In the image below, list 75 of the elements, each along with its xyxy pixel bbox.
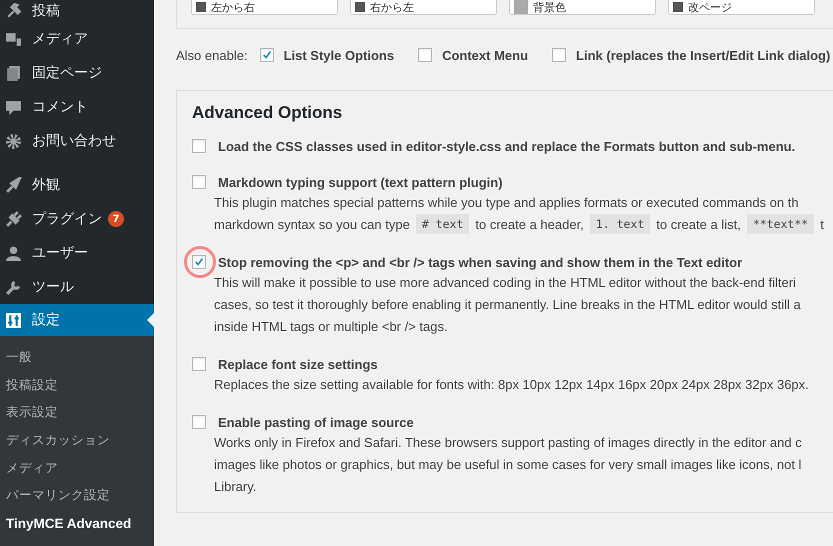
also-enable-label: Also enable: <box>176 48 248 62</box>
description-text: Works only in Firefox and Safari. These browsers support pasting of images directly in the editor and c <box>214 434 802 450</box>
code-snippet: 1. text <box>590 214 650 234</box>
update-count-badge: 7 <box>108 211 124 227</box>
toolbar-button[interactable]: 左から右 <box>191 0 338 15</box>
description-text: images like photos or graphics, but may be useful in some cases for very small images like icons, not l <box>214 456 802 472</box>
menu-label: お問い合わせ <box>32 132 116 150</box>
description-text: Library. <box>214 478 256 494</box>
person-icon <box>5 244 22 262</box>
description-text: inside HTML tags or multiple <br /> tags. <box>214 318 448 334</box>
option-label: Link (replaces the Insert/Edit Link dialog) <box>576 48 830 62</box>
description-text: This plugin matches special patterns while you type and applies formats or executed commands on th <box>214 194 799 210</box>
checkbox[interactable] <box>260 48 274 62</box>
checkbox[interactable] <box>192 139 206 153</box>
sidebar-item[interactable]: 投稿 <box>0 0 154 22</box>
checkbox[interactable] <box>192 415 206 429</box>
submenu-item[interactable]: 一般 <box>0 344 154 372</box>
sidebar-item[interactable]: コメント <box>0 90 154 124</box>
sliders-icon <box>5 312 22 328</box>
sidebar-item[interactable]: お問い合わせ <box>0 124 154 158</box>
section-heading: Advanced Options <box>192 103 344 123</box>
submenu-item[interactable]: 表示設定 <box>0 399 154 427</box>
menu-label: ツール <box>32 278 74 296</box>
menu-label: ユーザー <box>32 244 88 262</box>
media-icon <box>5 30 22 48</box>
description-text: to create a list, <box>656 216 741 232</box>
code-snippet: **text** <box>746 214 814 234</box>
description-text: cases, so test it thoroughly before enabling it permanently. Line breaks in the HTML editor would still a <box>214 296 801 312</box>
sidebar-item[interactable]: プラグイン 7 <box>0 202 154 236</box>
option-label: Context Menu <box>442 48 528 62</box>
submenu-item[interactable]: TinyMCE Advanced <box>0 510 154 538</box>
sidebar-item[interactable]: 外観 <box>0 168 154 202</box>
checkbox[interactable] <box>192 175 206 189</box>
speech-bubble-icon <box>5 98 22 116</box>
option-label: Enable pasting of image source <box>218 414 414 430</box>
description-text: markdown syntax so you can type <box>214 216 410 232</box>
checkbox[interactable] <box>552 48 566 62</box>
checkbox[interactable] <box>418 48 432 62</box>
checkbox[interactable] <box>192 255 206 269</box>
checkbox[interactable] <box>192 357 206 371</box>
menu-label: 設定 <box>32 311 60 329</box>
menu-label: メディア <box>32 30 88 48</box>
submenu-item[interactable]: パーマリンク設定 <box>0 482 154 510</box>
description-text: This will make it possible to use more advanced coding in the HTML editor without the back-end filteri <box>214 274 796 290</box>
option-label: List Style Options <box>284 48 394 62</box>
menu-label: 外観 <box>32 176 60 194</box>
menu-label: コメント <box>32 98 88 116</box>
code-snippet: # text <box>416 214 470 234</box>
description-text: t <box>820 216 824 232</box>
toolbar-button[interactable]: 右から左 <box>350 0 497 15</box>
option-label: Replace font size settings <box>218 356 378 372</box>
description-text: to create a header, <box>475 216 584 232</box>
brush-icon <box>5 176 22 194</box>
sidebar-item[interactable]: ユーザー <box>0 236 154 270</box>
toolbar-button[interactable]: 改ページ <box>668 0 815 15</box>
option-label: Stop removing the <p> and <br /> tags when saving and show them in the Text editor <box>218 254 742 270</box>
sidebar-item[interactable]: ツール <box>0 270 154 304</box>
submenu-item[interactable]: メディア <box>0 454 154 482</box>
description-text: Replaces the size setting available for fonts with: 8px 10px 12px 14px 16px 20px 24px 28px 32px 36px. <box>214 376 809 392</box>
sidebar-item[interactable]: メディア <box>0 22 154 56</box>
sidebar-item[interactable]: 設定 <box>0 304 154 336</box>
pushpin-icon <box>5 2 22 20</box>
menu-label: 固定ページ <box>32 64 102 82</box>
menu-label: 投稿 <box>32 2 60 20</box>
submenu-item[interactable]: 投稿設定 <box>0 372 154 400</box>
menu-label: プラグイン <box>32 210 102 228</box>
option-label: Load the CSS classes used in editor-style.css and replace the Formats button and sub-menu. <box>218 138 796 154</box>
plug-icon <box>5 210 22 228</box>
gear-icon <box>5 132 22 150</box>
submenu-item[interactable]: ディスカッション <box>0 426 154 454</box>
toolbar-button[interactable]: 背景色 <box>509 0 656 15</box>
wrench-icon <box>5 278 22 296</box>
sidebar-item[interactable]: 固定ページ <box>0 56 154 90</box>
current-pointer-icon <box>147 313 154 327</box>
option-label: Markdown typing support (text pattern plugin) <box>218 174 503 190</box>
